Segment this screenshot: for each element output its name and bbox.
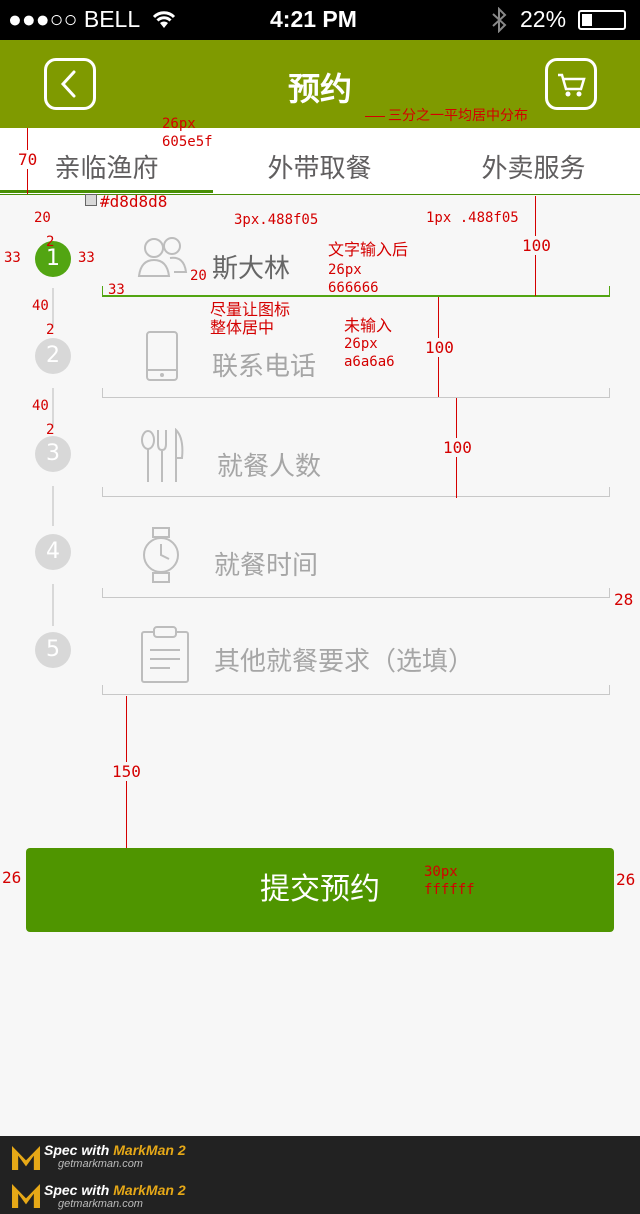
annotation-100c: 100 xyxy=(443,438,472,458)
battery-icon xyxy=(578,10,626,30)
phone-icon xyxy=(144,330,204,390)
phone-input-underline xyxy=(102,388,610,398)
annotation-input-after-color: 666666 xyxy=(328,280,379,296)
name-input[interactable]: 斯大林 xyxy=(212,248,290,285)
bluetooth-icon xyxy=(490,6,508,37)
annotation-icon-center-1: 尽量让图标 xyxy=(210,300,291,319)
annotation-28: 28 xyxy=(614,590,634,609)
status-time: 4:21 PM xyxy=(270,6,357,32)
markman-footer: Spec with MarkMan 2 getmarkman.com Spec … xyxy=(0,1136,640,1214)
nav-bar: 预约 xyxy=(0,40,640,128)
annotation-tab-note: 三分之一平均居中分布 xyxy=(388,108,528,124)
annotation-input-after-size: 26px xyxy=(328,262,362,278)
tab-takeaway[interactable]: 外带取餐 xyxy=(213,148,426,185)
annotation-33-left: 33 xyxy=(4,250,21,266)
tab-delivery[interactable]: 外卖服务 xyxy=(427,148,640,185)
annotation-submit-size: 30px xyxy=(424,864,458,880)
annotation-2: 2 xyxy=(46,234,55,250)
step-connector xyxy=(52,584,54,626)
annotation-2c: 2 xyxy=(46,422,55,438)
step-number-5: 5 xyxy=(35,632,71,668)
other-requests-input[interactable]: 其他就餐要求（选填） xyxy=(214,641,474,678)
annotation-not-input: 未输入 xyxy=(344,316,393,335)
dining-time-underline xyxy=(102,588,610,598)
annotation-150: 150 xyxy=(112,762,141,782)
annotation-not-input-color: a6a6a6 xyxy=(344,354,395,370)
clipboard-icon xyxy=(140,626,200,686)
footer-label: Spec with MarkMan 2 xyxy=(44,1142,186,1158)
annotation-100: 100 xyxy=(522,236,551,256)
step-number-4: 4 xyxy=(35,534,71,570)
cart-icon xyxy=(558,73,586,97)
annotation-100b: 100 xyxy=(425,338,454,358)
cart-button[interactable] xyxy=(545,58,597,110)
tab-bar: 亲临渔府 外带取餐 外卖服务 xyxy=(0,128,640,195)
annotation-2b: 2 xyxy=(46,322,55,338)
annotation-33-right: 33 xyxy=(78,250,95,266)
footer-label: Spec with MarkMan 2 xyxy=(44,1182,186,1198)
annotation-70: 70 xyxy=(18,150,38,170)
annotation-26-left: 26 xyxy=(2,868,22,887)
carrier-label: ●●●○○ BELL xyxy=(8,6,141,32)
phone-input[interactable]: 联系电话 xyxy=(212,346,316,383)
submit-button[interactable]: 提交预约 xyxy=(26,848,614,932)
step-number-3: 3 xyxy=(35,436,71,472)
dining-time-input[interactable]: 就餐时间 xyxy=(214,545,318,582)
party-size-input[interactable]: 就餐人数 xyxy=(217,446,321,483)
annotation-submit-color: ffffff xyxy=(424,882,475,898)
color-swatch xyxy=(85,194,97,206)
people-icon xyxy=(136,232,196,292)
annotation-not-input-size: 26px xyxy=(344,336,378,352)
annotation-20b: 20 xyxy=(190,268,207,284)
annotation-color-d8: #d8d8d8 xyxy=(100,192,168,211)
watch-icon xyxy=(142,526,202,586)
annotation-40b: 40 xyxy=(32,398,49,414)
annotation-26-right: 26 xyxy=(616,870,636,889)
status-bar: ●●●○○ BELL 4:21 PM 22% xyxy=(0,0,640,40)
annotation-icon-center-2: 整体居中 xyxy=(210,318,275,337)
annotation-arrow xyxy=(365,116,385,117)
annotation-line-3px: 3px.488f05 xyxy=(234,212,319,228)
annotation-line-1px: 1px .488f05 xyxy=(426,210,519,226)
markman-logo-icon xyxy=(12,1184,40,1208)
page-title: 预约 xyxy=(287,70,352,108)
party-size-underline xyxy=(102,487,610,497)
battery-percent: 22% xyxy=(520,6,567,32)
step-number-2: 2 xyxy=(35,338,71,374)
markman-logo-icon xyxy=(12,1146,40,1170)
annotation-20: 20 xyxy=(34,210,51,226)
other-requests-underline xyxy=(102,685,610,695)
footer-site: getmarkman.com xyxy=(58,1198,143,1210)
annotation-40: 40 xyxy=(32,298,49,314)
utensils-icon xyxy=(140,427,200,488)
annotation-tab-size: 26px xyxy=(162,116,196,132)
step-connector xyxy=(52,486,54,526)
annotation-tab-color: 605e5f xyxy=(162,134,213,150)
annotation-input-after: 文字输入后 xyxy=(328,240,409,259)
wifi-icon xyxy=(150,8,178,34)
annotation-33-row: 33 xyxy=(108,282,125,298)
footer-site: getmarkman.com xyxy=(58,1158,143,1170)
